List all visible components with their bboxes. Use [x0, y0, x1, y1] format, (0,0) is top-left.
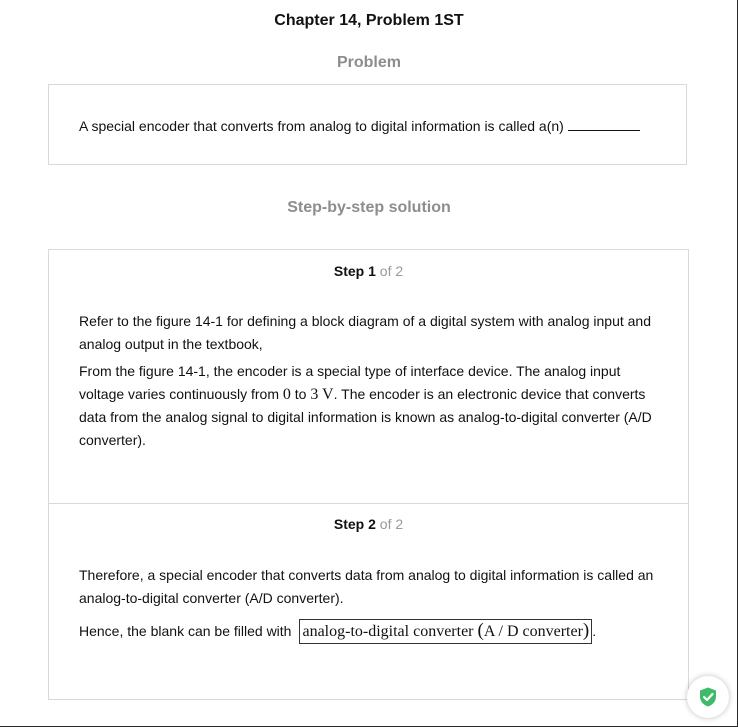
problem-heading: Problem	[336, 54, 401, 71]
security-badge[interactable]	[687, 676, 729, 718]
problem-statement: A special encoder that converts from ana…	[79, 116, 640, 136]
boxed-answer: analog-to-digital converter (A / D conve…	[299, 619, 593, 644]
step-1-label: Step 1	[333, 263, 376, 279]
problem-box: A special encoder that converts from ana…	[48, 84, 687, 165]
problem-text: A special encoder that converts from ana…	[79, 118, 564, 134]
step-2-title: Step 2 of 2	[49, 516, 688, 532]
step-2-paragraph-1: Therefore, a special encoder that conver…	[79, 567, 654, 606]
math-zero: 0	[282, 385, 291, 403]
step-1-paragraph-1: Refer to the figure 14-1 for defining a …	[79, 313, 651, 352]
steps-container: Step 1 of 2 Refer to the figure 14-1 for…	[48, 249, 689, 700]
chapter-title: Chapter 14, Problem 1ST	[274, 12, 464, 29]
shield-check-icon	[700, 687, 716, 707]
step-2-paragraph-2: Hence, the blank can be filled with analo…	[79, 619, 654, 644]
step-2-count: of 2	[379, 516, 404, 532]
step-1-paragraph-2: From the figure 14-1, the encoder is a s…	[79, 363, 652, 448]
answer-blank	[567, 118, 640, 131]
step-1-count: of 2	[379, 263, 404, 279]
step-divider	[49, 503, 688, 504]
math-three-volts: 3 V	[310, 385, 334, 403]
solution-heading: Step-by-step solution	[287, 199, 451, 216]
step-1-title: Step 1 of 2	[49, 263, 688, 279]
step-2-label: Step 2	[333, 516, 376, 532]
